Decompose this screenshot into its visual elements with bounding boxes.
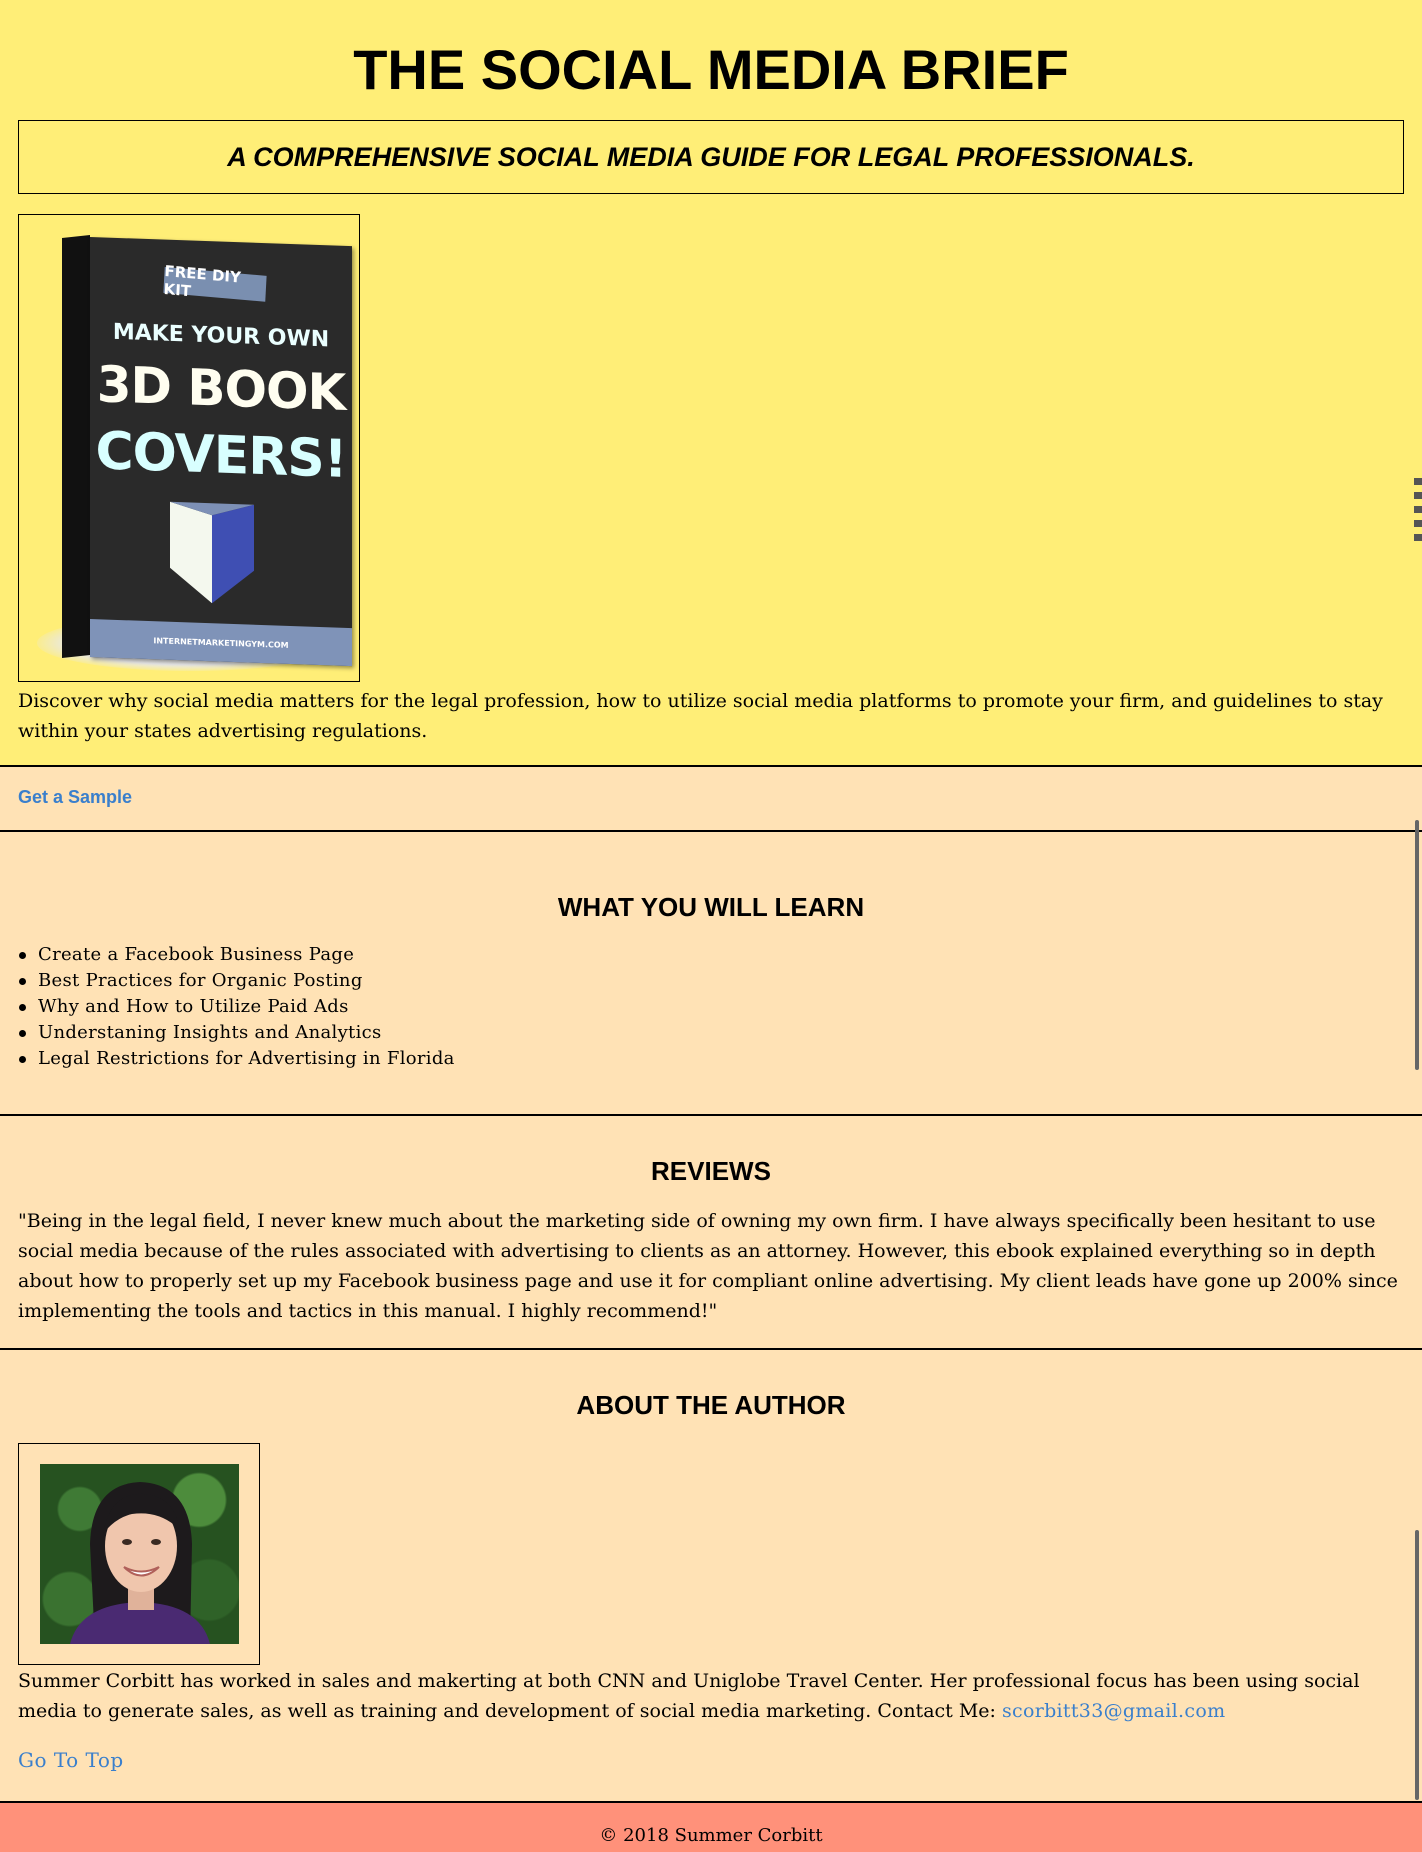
reviews-heading: REVIEWS [651,1156,771,1186]
list-item: Legal Restrictions for Advertising in Fl… [18,1046,455,1072]
go-to-top-link[interactable]: Go To Top [18,1748,124,1772]
list-item: Understaning Insights and Analytics [18,1020,455,1046]
cta-section: Get a Sample [0,767,1422,832]
site-title: THE SOCIAL MEDIA BRIEF [353,38,1069,101]
tagline: A COMPREHENSIVE SOCIAL MEDIA GUIDE FOR L… [227,141,1195,172]
copyright-text: © 2018 Summer Corbitt [599,1825,823,1846]
edge-scroll-indicator [1414,478,1422,546]
review-text: "Being in the legal field, I never knew … [18,1210,1398,1322]
footer: © 2018 Summer Corbitt [0,1803,1422,1852]
book-cover-line1: MAKE YOUR OWN [112,319,330,353]
list-item: Best Practices for Organic Posting [18,968,455,994]
tagline-box: A COMPREHENSIVE SOCIAL MEDIA GUIDE FOR L… [18,120,1404,194]
author-email-link[interactable]: scorbitt33@gmail.com [1002,1700,1225,1722]
book-cover-front: FREE DIY KIT MAKE YOUR OWN 3D BOOK COVER… [90,237,352,667]
scrollbar-thumb-secondary[interactable] [1415,1530,1419,1800]
author-portrait-icon [70,1482,210,1644]
learn-section: WHAT YOU WILL LEARN Create a Facebook Bu… [0,832,1422,1116]
scrollbar-thumb[interactable] [1415,820,1419,1070]
author-section: ABOUT THE AUTHOR Summer Corbitt has work… [0,1350,1422,1803]
get-sample-link[interactable]: Get a Sample [18,787,132,808]
learn-heading: WHAT YOU WILL LEARN [557,892,865,922]
list-item: Create a Facebook Business Page [18,942,455,968]
book-cover-line2: 3D BOOK [96,355,346,422]
book-cover-spine [62,235,90,659]
reviews-section: REVIEWS "Being in the legal field, I nev… [0,1116,1422,1350]
author-bio: Summer Corbitt has worked in sales and m… [18,1666,1408,1726]
book-cover-line3: COVERS! [95,421,347,490]
book-cover-image: FREE DIY KIT MAKE YOUR OWN 3D BOOK COVER… [18,214,360,682]
author-heading: ABOUT THE AUTHOR [576,1390,846,1420]
learn-list: Create a Facebook Business Page Best Pra… [18,942,455,1072]
author-photo [40,1464,239,1644]
intro-text: Discover why social media matters for th… [18,690,1383,742]
author-photo-frame [18,1443,260,1665]
list-item: Why and How to Utilize Paid Ads [18,994,455,1020]
book-cover-badge: FREE DIY KIT [163,262,267,302]
hero-section: THE SOCIAL MEDIA BRIEF A COMPREHENSIVE S… [0,0,1422,767]
cube-icon [170,501,254,604]
